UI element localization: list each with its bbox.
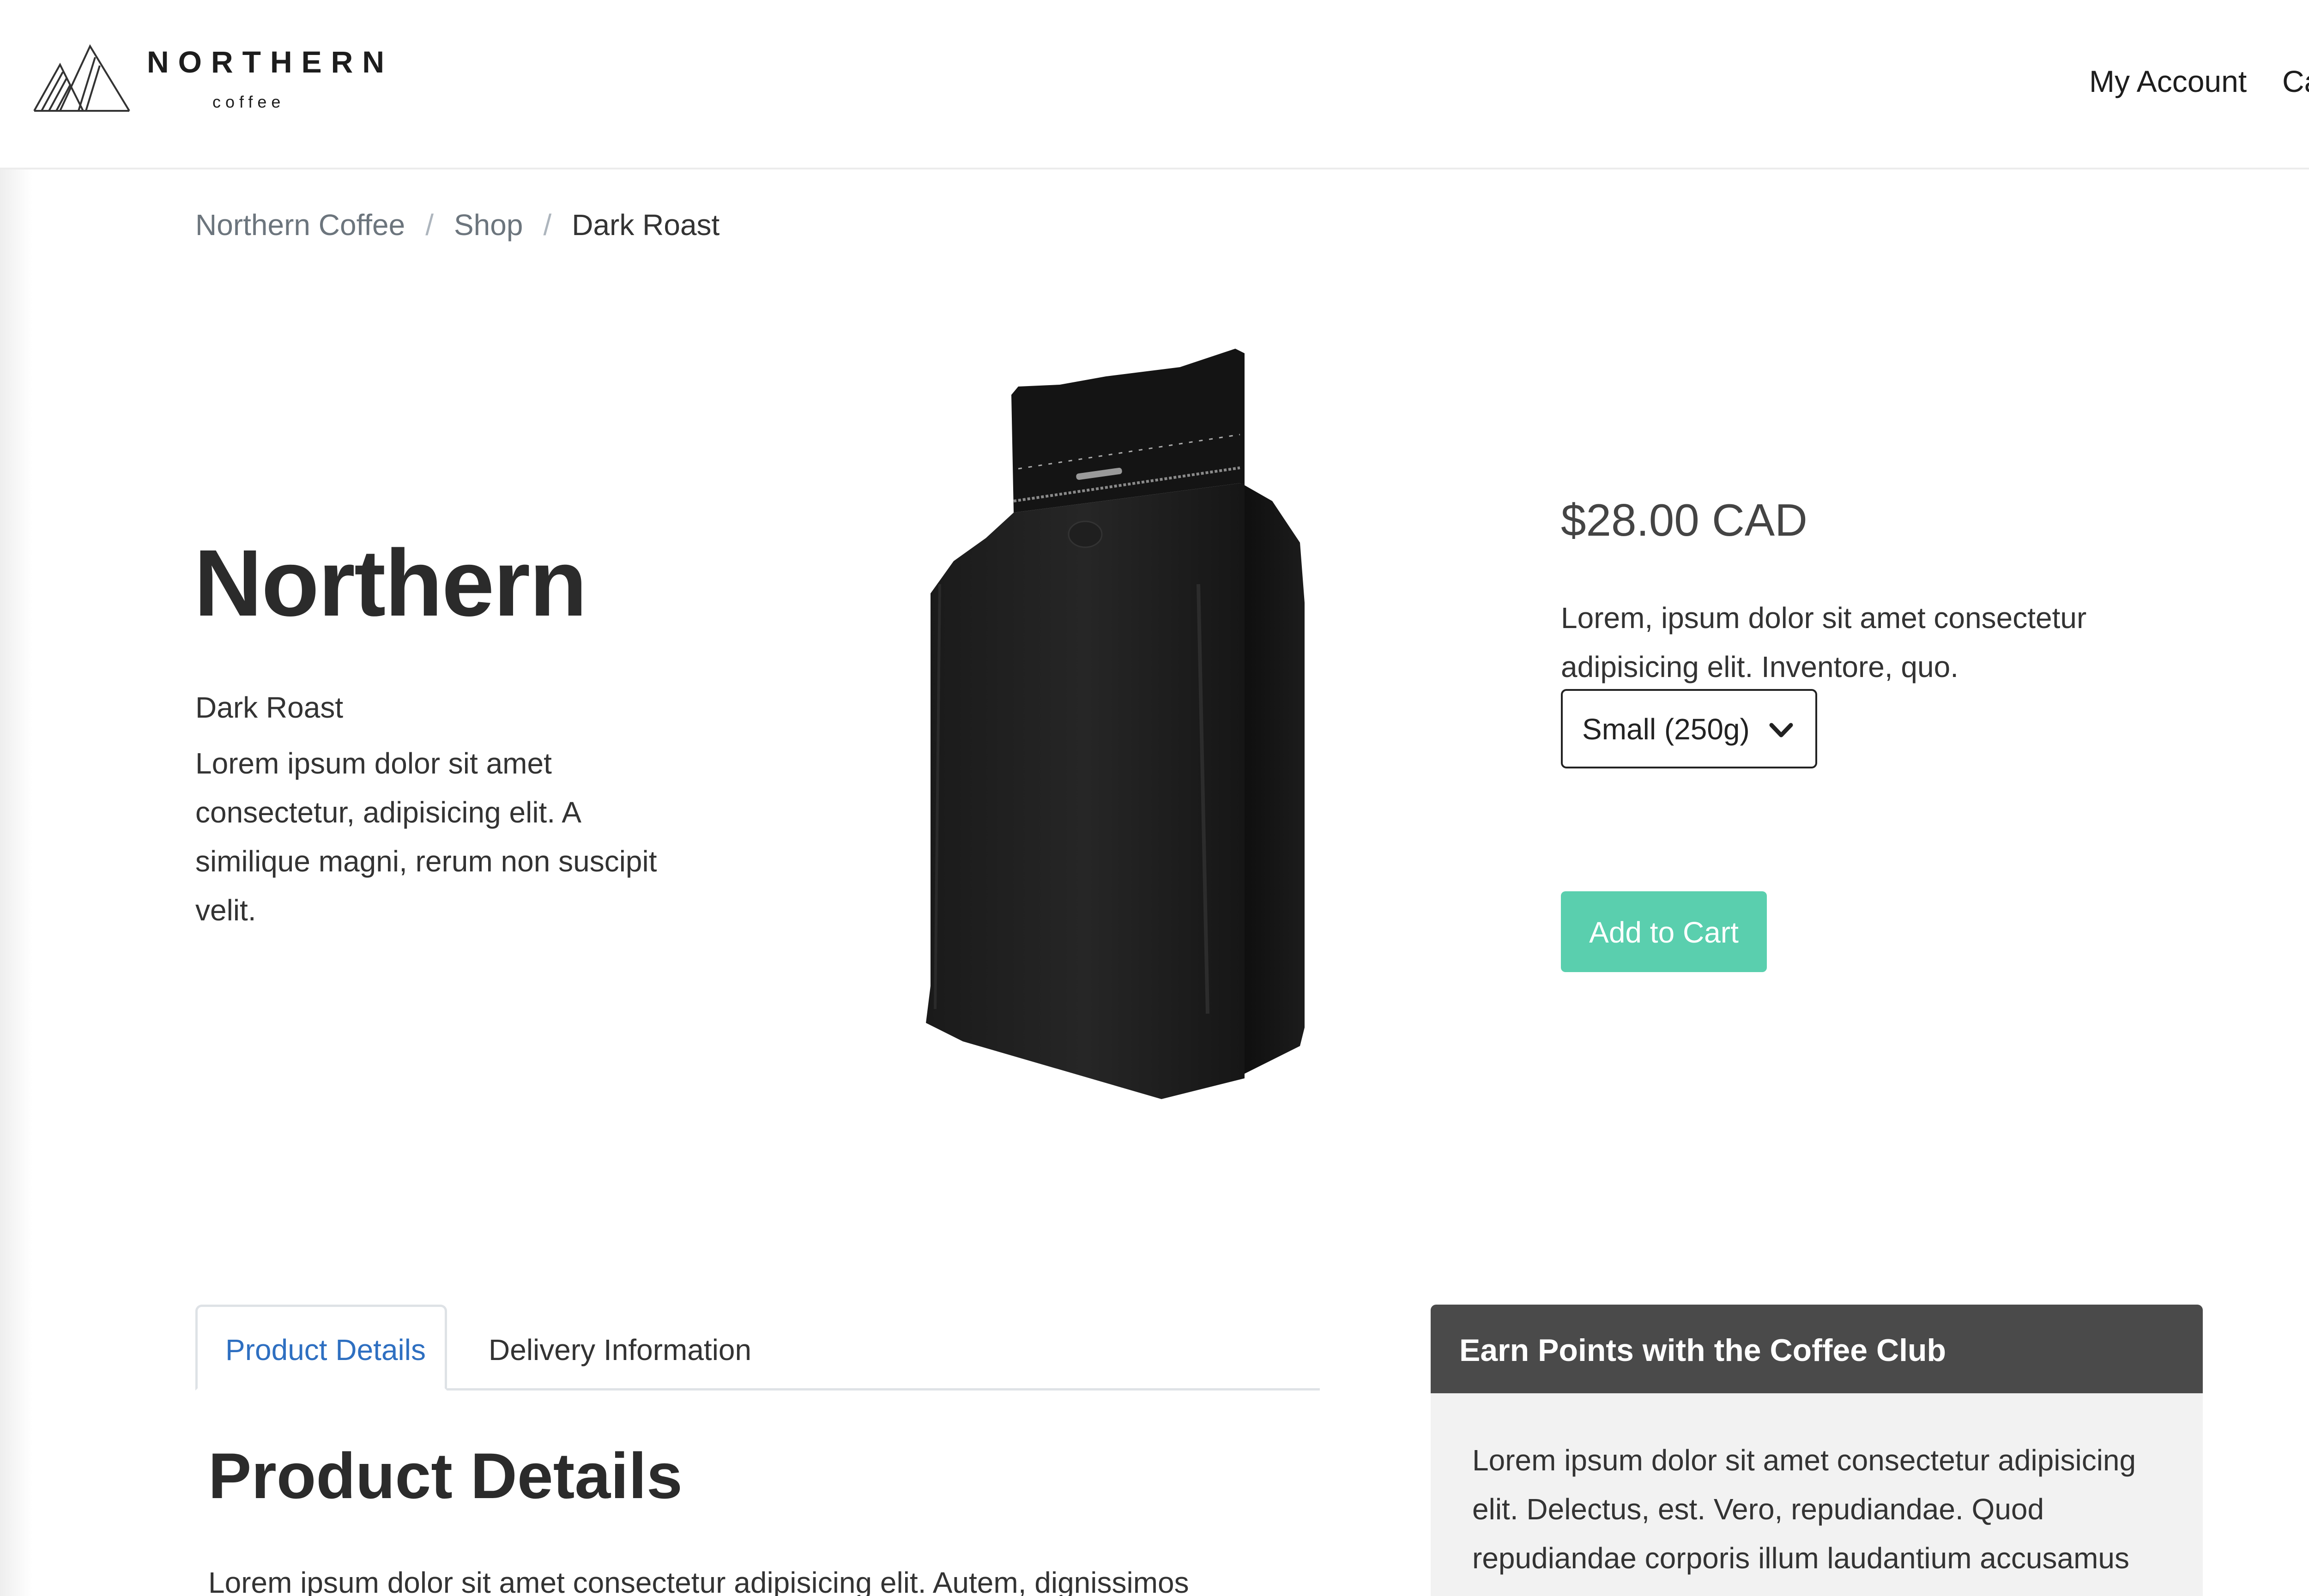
chevron-down-icon — [1769, 723, 1793, 738]
purchase-description: Lorem, ipsum dolor sit amet consectetur … — [1561, 601, 2087, 683]
brand-subtitle: coffee — [212, 92, 285, 111]
site-header: NORTHERN coffee My Account Cart (0) — [0, 0, 2309, 169]
tab-label: Delivery Information — [489, 1333, 752, 1366]
tab-delivery-information[interactable]: Delivery Information — [477, 1305, 754, 1390]
tab-product-details[interactable]: Product Details — [195, 1305, 447, 1390]
breadcrumb: Northern Coffee / Shop / Dark Roast — [195, 208, 719, 242]
coffee-club-text: Lorem ipsum dolor sit amet consectetur a… — [1472, 1444, 2136, 1575]
brand-logo[interactable]: NORTHERN coffee — [32, 42, 384, 120]
product-title: Northern — [194, 530, 587, 636]
breadcrumb-home-link[interactable]: Northern Coffee — [195, 208, 405, 242]
details-heading: Product Details — [208, 1439, 683, 1512]
breadcrumb-current: Dark Roast — [572, 208, 720, 242]
breadcrumb-separator: / — [543, 208, 552, 242]
add-to-cart-button[interactable]: Add to Cart — [1561, 891, 1767, 972]
brand-name: NORTHERN — [147, 45, 393, 79]
details-text: Lorem ipsum dolor sit amet consectetur a… — [208, 1566, 1189, 1596]
coffee-club-card: Earn Points with the Coffee Club Lorem i… — [1431, 1305, 2203, 1596]
product-description: Lorem ipsum dolor sit amet consectetur, … — [195, 747, 657, 927]
product-roast: Dark Roast — [195, 691, 344, 724]
product-image — [926, 349, 1305, 1099]
product-price: $28.00 CAD — [1561, 495, 1807, 545]
coffee-club-title: Earn Points with the Coffee Club — [1459, 1333, 1946, 1368]
coffee-club-header: Earn Points with the Coffee Club — [1431, 1305, 2203, 1393]
size-select[interactable]: Small (250g) — [1561, 689, 1817, 768]
left-edge-shade — [0, 0, 32, 1596]
tab-label: Product Details — [225, 1333, 426, 1366]
breadcrumb-shop-link[interactable]: Shop — [454, 208, 523, 242]
mountain-logo-icon — [33, 44, 130, 112]
size-select-value: Small (250g) — [1582, 713, 1750, 746]
page: NORTHERN coffee My Account Cart (0) Nort… — [0, 0, 2309, 1596]
coffee-club-body: Lorem ipsum dolor sit amet consectetur a… — [1431, 1393, 2203, 1596]
my-account-link[interactable]: My Account — [2089, 64, 2247, 99]
add-to-cart-label: Add to Cart — [1589, 916, 1739, 949]
breadcrumb-separator: / — [425, 208, 434, 242]
cart-link[interactable]: Cart (0) — [2282, 64, 2309, 99]
info-tabs: Product Details Delivery Information — [195, 1305, 1320, 1390]
